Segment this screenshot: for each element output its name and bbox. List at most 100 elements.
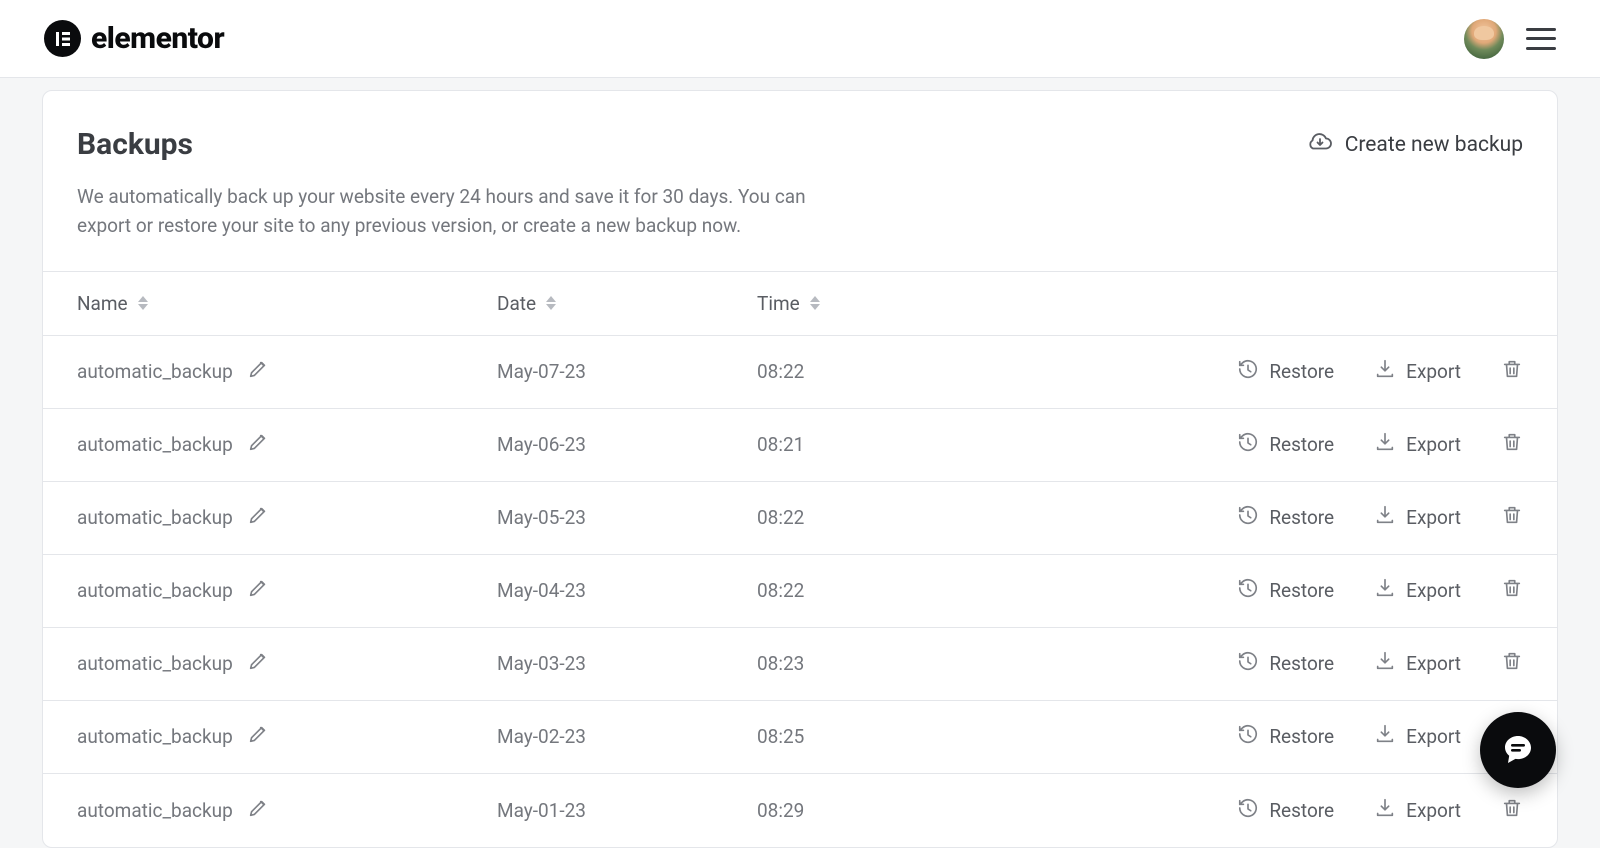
backup-name: automatic_backup bbox=[77, 506, 233, 529]
export-label: Export bbox=[1406, 799, 1461, 822]
download-icon bbox=[1374, 723, 1396, 750]
row-actions: Restore Export bbox=[1047, 577, 1523, 604]
pencil-icon[interactable] bbox=[247, 504, 269, 531]
export-button[interactable]: Export bbox=[1374, 504, 1461, 531]
page-title: Backups bbox=[77, 127, 857, 162]
table-row: automatic_backup May-07-2308:22 Restore Exp… bbox=[43, 336, 1557, 409]
restore-button[interactable]: Restore bbox=[1237, 797, 1334, 824]
restore-button[interactable]: Restore bbox=[1237, 650, 1334, 677]
row-actions: Restore Export bbox=[1047, 650, 1523, 677]
trash-icon bbox=[1501, 504, 1523, 531]
history-icon bbox=[1237, 797, 1259, 824]
backup-name-cell: automatic_backup bbox=[77, 358, 497, 385]
pencil-icon[interactable] bbox=[247, 650, 269, 677]
export-button[interactable]: Export bbox=[1374, 797, 1461, 824]
trash-icon bbox=[1501, 358, 1523, 385]
backups-panel: Backups We automatically back up your we… bbox=[42, 90, 1558, 848]
table-body: automatic_backupMay-07-2308:22RestoreExp… bbox=[43, 336, 1557, 847]
backup-time: 08:22 bbox=[757, 579, 1047, 602]
trash-icon bbox=[1501, 577, 1523, 604]
chat-fab[interactable] bbox=[1480, 712, 1556, 788]
backup-date: May-03-23 bbox=[497, 652, 757, 675]
restore-label: Restore bbox=[1269, 725, 1334, 748]
backup-date: May-07-23 bbox=[497, 360, 757, 383]
restore-label: Restore bbox=[1269, 433, 1334, 456]
backup-date: May-05-23 bbox=[497, 506, 757, 529]
history-icon bbox=[1237, 504, 1259, 531]
export-label: Export bbox=[1406, 725, 1461, 748]
menu-icon[interactable] bbox=[1526, 28, 1556, 50]
export-label: Export bbox=[1406, 652, 1461, 675]
column-name-label: Name bbox=[77, 292, 128, 315]
restore-label: Restore bbox=[1269, 506, 1334, 529]
export-button[interactable]: Export bbox=[1374, 431, 1461, 458]
backup-time: 08:23 bbox=[757, 652, 1047, 675]
export-button[interactable]: Export bbox=[1374, 723, 1461, 750]
restore-button[interactable]: Restore bbox=[1237, 504, 1334, 531]
delete-button[interactable] bbox=[1501, 431, 1523, 458]
backup-name: automatic_backup bbox=[77, 433, 233, 456]
delete-button[interactable] bbox=[1501, 358, 1523, 385]
brand-logo-icon bbox=[44, 20, 81, 57]
restore-button[interactable]: Restore bbox=[1237, 358, 1334, 385]
row-actions: Restore Export bbox=[1047, 431, 1523, 458]
backup-name: automatic_backup bbox=[77, 579, 233, 602]
restore-label: Restore bbox=[1269, 652, 1334, 675]
pencil-icon[interactable] bbox=[247, 797, 269, 824]
brand-name: elementor bbox=[91, 21, 224, 56]
backup-name: automatic_backup bbox=[77, 725, 233, 748]
column-name[interactable]: Name bbox=[77, 292, 497, 315]
backup-name: automatic_backup bbox=[77, 652, 233, 675]
backup-time: 08:22 bbox=[757, 360, 1047, 383]
export-button[interactable]: Export bbox=[1374, 650, 1461, 677]
table-row: automatic_backupMay-04-2308:22RestoreExp… bbox=[43, 555, 1557, 628]
pencil-icon[interactable] bbox=[247, 431, 269, 458]
history-icon bbox=[1237, 650, 1259, 677]
backup-time: 08:25 bbox=[757, 725, 1047, 748]
topbar-right bbox=[1464, 19, 1556, 59]
backup-name: automatic_backup bbox=[77, 360, 233, 383]
trash-icon bbox=[1501, 797, 1523, 824]
trash-icon bbox=[1501, 431, 1523, 458]
backup-date: May-02-23 bbox=[497, 725, 757, 748]
create-backup-button[interactable]: Create new backup bbox=[1307, 131, 1523, 159]
table-row: automatic_backupMay-05-2308:22RestoreExp… bbox=[43, 482, 1557, 555]
download-icon bbox=[1374, 431, 1396, 458]
table-row: automatic_backupMay-06-2308:21RestoreExp… bbox=[43, 409, 1557, 482]
page-description: We automatically back up your website ev… bbox=[77, 182, 857, 241]
delete-button[interactable] bbox=[1501, 577, 1523, 604]
delete-button[interactable] bbox=[1501, 650, 1523, 677]
create-backup-label: Create new backup bbox=[1345, 133, 1523, 157]
restore-label: Restore bbox=[1269, 360, 1334, 383]
row-actions: Restore Export bbox=[1047, 723, 1523, 750]
export-label: Export bbox=[1406, 506, 1461, 529]
restore-button[interactable]: Restore bbox=[1237, 723, 1334, 750]
row-actions: Restore Export bbox=[1047, 504, 1523, 531]
backup-name-cell: automatic_backup bbox=[77, 797, 497, 824]
export-button[interactable]: Export bbox=[1374, 358, 1461, 385]
restore-button[interactable]: Restore bbox=[1237, 577, 1334, 604]
brand[interactable]: elementor bbox=[44, 20, 224, 57]
delete-button[interactable] bbox=[1501, 504, 1523, 531]
pencil-icon[interactable] bbox=[247, 358, 269, 385]
restore-label: Restore bbox=[1269, 799, 1334, 822]
column-time[interactable]: Time bbox=[757, 292, 1523, 315]
backup-time: 08:21 bbox=[757, 433, 1047, 456]
table-header: Name Date Time bbox=[43, 271, 1557, 336]
download-icon bbox=[1374, 577, 1396, 604]
restore-button[interactable]: Restore bbox=[1237, 431, 1334, 458]
backup-name-cell: automatic_backup bbox=[77, 577, 497, 604]
topbar: elementor bbox=[0, 0, 1600, 78]
pencil-icon[interactable] bbox=[247, 723, 269, 750]
delete-button[interactable] bbox=[1501, 797, 1523, 824]
column-date[interactable]: Date bbox=[497, 292, 757, 315]
export-button[interactable]: Export bbox=[1374, 577, 1461, 604]
backup-date: May-01-23 bbox=[497, 799, 757, 822]
download-icon bbox=[1374, 650, 1396, 677]
table-row: automatic_backup May-03-2308:23 Restore Exp… bbox=[43, 628, 1557, 701]
sort-icon bbox=[546, 296, 556, 310]
avatar[interactable] bbox=[1464, 19, 1504, 59]
export-label: Export bbox=[1406, 579, 1461, 602]
backup-name: automatic_backup bbox=[77, 799, 233, 822]
pencil-icon[interactable] bbox=[247, 577, 269, 604]
